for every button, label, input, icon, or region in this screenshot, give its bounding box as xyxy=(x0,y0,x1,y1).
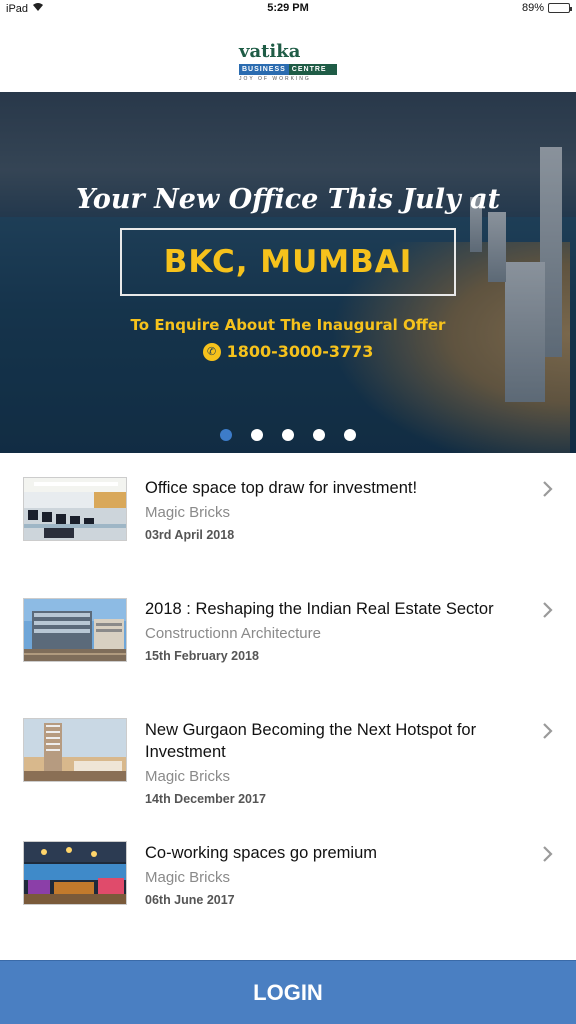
login-button[interactable]: LOGIN xyxy=(0,960,576,1024)
news-title: Co-working spaces go premium xyxy=(145,844,378,862)
battery-icon xyxy=(548,3,572,13)
carousel-dot[interactable] xyxy=(220,429,232,441)
news-source: Magic Bricks xyxy=(145,768,231,785)
banner-enquire-text: To Enquire About The Inaugural Offer xyxy=(130,316,446,334)
news-thumbnail-coworking xyxy=(23,841,127,905)
news-title: Office space top draw for investment! xyxy=(145,479,418,497)
banner-city-box: BKC, MUMBAI xyxy=(120,228,456,296)
vatika-logo: vatika BUSINESS CENTRE JOY OF WORKING xyxy=(239,42,339,86)
chevron-right-icon xyxy=(541,721,555,741)
promo-banner[interactable]: Your New Office This July at BKC, MUMBAI… xyxy=(0,92,576,453)
news-thumbnail-building xyxy=(23,598,127,662)
news-source: Magic Bricks xyxy=(145,869,231,886)
news-date: 15th February 2018 xyxy=(145,649,259,663)
logo-bar: BUSINESS CENTRE xyxy=(239,64,337,75)
status-right: 89% xyxy=(521,2,572,14)
news-source: Constructionn Architecture xyxy=(145,625,321,642)
banner-phone-number: 1800-3000-3773 xyxy=(226,342,374,361)
carousel-dot[interactable] xyxy=(251,429,263,441)
app-header: vatika BUSINESS CENTRE JOY OF WORKING xyxy=(0,18,576,92)
banner-city: BKC, MUMBAI xyxy=(163,244,413,280)
logo-bar-right: CENTRE xyxy=(291,66,327,73)
carousel-dot[interactable] xyxy=(313,429,325,441)
news-item[interactable]: Co-working spaces go premium Magic Brick… xyxy=(0,818,576,928)
chevron-right-icon xyxy=(541,600,555,620)
news-date: 14th December 2017 xyxy=(145,792,266,806)
chevron-right-icon xyxy=(541,844,555,864)
logo-tagline: JOY OF WORKING xyxy=(239,76,311,82)
status-bar: iPad 5:29 PM 89% xyxy=(0,0,576,18)
news-title: New Gurgaon Becoming the Next Hotspot fo… xyxy=(145,721,477,761)
banner-phone[interactable]: ✆ 1800-3000-3773 xyxy=(0,342,576,361)
status-time: 5:29 PM xyxy=(267,2,309,14)
banner-headline: Your New Office This July at xyxy=(75,184,501,215)
news-item[interactable]: Office space top draw for investment! Ma… xyxy=(0,453,576,563)
news-item[interactable]: 2018 : Reshaping the Indian Real Estate … xyxy=(0,574,576,684)
carousel-dot[interactable] xyxy=(344,429,356,441)
news-thumbnail-tower xyxy=(23,718,127,782)
news-thumbnail-office xyxy=(23,477,127,541)
news-title: 2018 : Reshaping the Indian Real Estate … xyxy=(145,600,494,618)
carousel-dot[interactable] xyxy=(282,429,294,441)
news-item[interactable]: New Gurgaon Becoming the Next Hotspot fo… xyxy=(0,695,576,806)
carousel-dots xyxy=(0,429,576,441)
battery-percent: 89% xyxy=(521,2,544,14)
phone-icon: ✆ xyxy=(202,342,221,361)
chevron-right-icon xyxy=(541,479,555,499)
logo-bar-left: BUSINESS xyxy=(239,64,289,75)
news-source: Magic Bricks xyxy=(145,504,231,521)
logo-wordmark: vatika xyxy=(239,41,301,62)
news-date: 03rd April 2018 xyxy=(145,528,235,542)
news-date: 06th June 2017 xyxy=(145,893,235,907)
